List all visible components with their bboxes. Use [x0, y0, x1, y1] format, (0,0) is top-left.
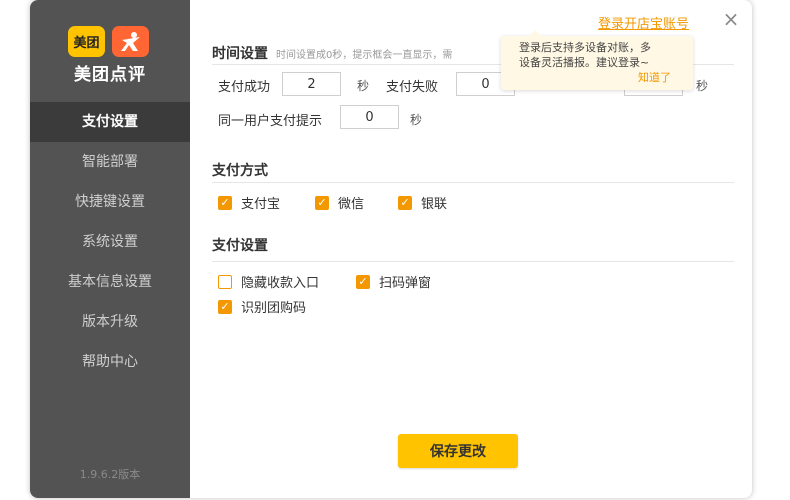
meituan-dianping-logo: 美团 美团点评: [68, 26, 152, 86]
checkbox-unionpay[interactable]: ✓ 银联: [398, 193, 447, 212]
sidebar-item-smart-deploy[interactable]: 智能部署: [30, 142, 190, 182]
sidebar-item-basic-info[interactable]: 基本信息设置: [30, 262, 190, 302]
same-user-input[interactable]: [340, 105, 399, 129]
sidebar: 美团 美团点评 支付设置 智能部署 快捷键设置 系统设置 基本信息设置 版本升级…: [30, 0, 190, 498]
checkmark-icon: ✓: [218, 195, 232, 210]
dianping-person-icon: [112, 26, 149, 57]
payment-methods-title: 支付方式: [212, 163, 268, 179]
settings-window: 美团 美团点评 支付设置 智能部署 快捷键设置 系统设置 基本信息设置 版本升级…: [30, 0, 752, 498]
same-user-unit: 秒: [410, 113, 423, 127]
pay-fail-label: 支付失败: [386, 80, 439, 95]
checkbox-wechat[interactable]: ✓ 微信: [315, 193, 364, 212]
login-link[interactable]: 登录开店宝账号: [598, 13, 689, 32]
close-icon[interactable]: ×: [720, 8, 742, 30]
logo-text: 美团点评: [74, 65, 146, 85]
time-settings-title: 时间设置 时间设置成0秒，提示框会一直显示，需: [212, 43, 452, 63]
save-changes-button[interactable]: 保存更改: [398, 434, 518, 468]
pay-success-unit: 秒: [357, 79, 370, 93]
meituan-logo-icon: 美团: [68, 26, 105, 57]
checkmark-icon: ✓: [218, 299, 232, 314]
meituan-logo-text: 美团: [73, 36, 100, 51]
sidebar-nav: 支付设置 智能部署 快捷键设置 系统设置 基本信息设置 版本升级 帮助中心: [30, 102, 190, 382]
same-user-label: 同一用户支付提示: [218, 114, 323, 129]
checkmark-icon: ✓: [315, 195, 329, 210]
sidebar-item-shortcuts[interactable]: 快捷键设置: [30, 182, 190, 222]
sidebar-item-system-settings[interactable]: 系统设置: [30, 222, 190, 262]
checkbox-recognize-group-code[interactable]: ✓ 识别团购码: [218, 297, 306, 316]
checkmark-icon: ✓: [356, 274, 370, 289]
checkbox-scan-popup[interactable]: ✓ 扫码弹窗: [356, 272, 431, 291]
checkbox-alipay-label: 支付宝: [241, 197, 281, 212]
checkbox-wechat-label: 微信: [338, 197, 365, 212]
checkbox-hide-payment-entry[interactable]: 隐藏收款入口: [218, 272, 319, 291]
sidebar-item-help-center[interactable]: 帮助中心: [30, 342, 190, 382]
sidebar-item-version-upgrade[interactable]: 版本升级: [30, 302, 190, 342]
checkbox-alipay[interactable]: ✓ 支付宝: [218, 193, 280, 212]
checkbox-scan-popup-label: 扫码弹窗: [379, 276, 432, 291]
tooltip-line-2: 设备灵活播报。建议登录~: [519, 56, 650, 69]
tooltip-line-1: 登录后支持多设备对账，多: [519, 41, 651, 54]
login-tip-tooltip: 登录后支持多设备对账，多 设备灵活播报。建议登录~ 知道了: [501, 30, 693, 90]
payment-settings-title: 支付设置: [212, 238, 268, 254]
pay-success-label: 支付成功: [218, 80, 271, 95]
checkbox-recognize-group-code-label: 识别团购码: [241, 301, 307, 316]
time-settings-heading: 时间设置: [212, 46, 268, 62]
sidebar-item-payment-settings[interactable]: 支付设置: [30, 102, 190, 142]
section-divider: [212, 261, 734, 262]
tooltip-ok-button[interactable]: 知道了: [638, 70, 671, 85]
checkbox-hide-payment-entry-label: 隐藏收款入口: [241, 276, 320, 291]
pay-fail-unit: 秒: [696, 79, 709, 93]
pay-success-input[interactable]: [282, 72, 341, 96]
checkbox-unionpay-label: 银联: [421, 197, 448, 212]
checkbox-empty-icon: [218, 274, 232, 289]
main-panel: 登录开店宝账号 × 时间设置时间设置成0秒，提示框会一直显示，需 支付成功 秒 …: [190, 0, 752, 498]
checkmark-icon: ✓: [398, 195, 412, 210]
version-label: 1.9.6.2版本: [79, 468, 141, 481]
section-divider: [212, 182, 734, 183]
tooltip-arrow: [529, 30, 541, 36]
time-settings-note: 时间设置成0秒，提示框会一直显示，需: [276, 50, 453, 61]
